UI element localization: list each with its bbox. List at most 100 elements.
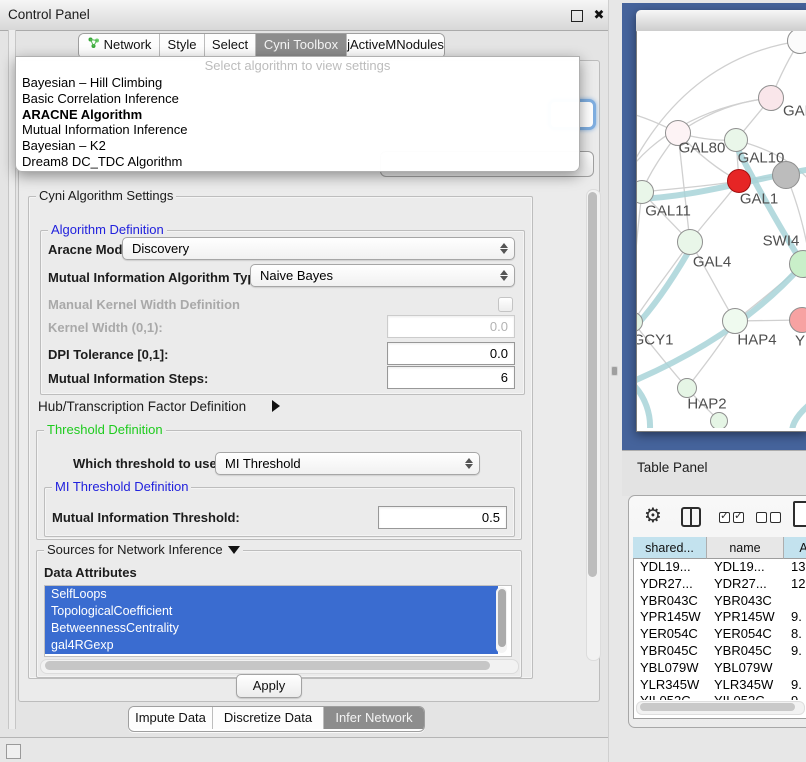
- table-horizontal-scrollbar-thumb[interactable]: [640, 703, 795, 711]
- network-icon: [87, 34, 100, 56]
- table-row[interactable]: YBR043CYBR043C: [633, 593, 806, 610]
- table-cell: YBL079W: [707, 660, 784, 677]
- column-header-shared...[interactable]: shared...: [633, 537, 707, 559]
- table-cell: YBR043C: [707, 593, 784, 610]
- attribute-list-item[interactable]: SelfLoops: [45, 586, 498, 603]
- tab-cyni-toolbox[interactable]: Cyni Toolbox: [256, 34, 347, 56]
- table-row[interactable]: YLR345WYLR345W9.: [633, 677, 806, 694]
- dropdown-item[interactable]: Basic Correlation Inference: [16, 91, 579, 107]
- network-canvas[interactable]: GALGAL80GAL10GAL1GAL11GAL4SWI4GCY1HAP4YH…: [637, 31, 806, 428]
- attribute-list-item[interactable]: gal4RGexp: [45, 637, 498, 654]
- dropdown-item[interactable]: Bayesian – Hill Climbing: [16, 75, 579, 91]
- tab-label: Cyni Toolbox: [264, 34, 338, 56]
- attribute-list-item[interactable]: BetweennessCentrality: [45, 620, 498, 637]
- table-row[interactable]: YER054CYER054C8.: [633, 626, 806, 643]
- network-edge[interactable]: [637, 192, 642, 322]
- kernel-width-field[interactable]: 0.0: [387, 315, 515, 338]
- network-edge-highlighted[interactable]: [637, 244, 693, 331]
- node-label: HAP2: [687, 396, 726, 413]
- dropdown-items: Bayesian – Hill ClimbingBasic Correlatio…: [16, 75, 579, 170]
- dropdown-item[interactable]: Bayesian – K2: [16, 138, 579, 154]
- table-row[interactable]: YDR27...YDR27...12: [633, 576, 806, 593]
- network-edge[interactable]: [637, 242, 690, 322]
- split-columns-icon[interactable]: [681, 507, 701, 527]
- table-row[interactable]: YBR045CYBR045C9.: [633, 643, 806, 660]
- gear-icon[interactable]: ⚙: [644, 504, 662, 528]
- checked-box-icon[interactable]: [733, 512, 744, 523]
- node-label: Y: [795, 333, 805, 350]
- attribute-list-item[interactable]: TopologicalCoefficient: [45, 603, 498, 620]
- graph-node-gal10[interactable]: [724, 128, 748, 152]
- dropdown-item[interactable]: Mutual Information Inference: [16, 122, 579, 138]
- table-cell: YPR145W: [707, 609, 784, 626]
- network-edge-highlighted[interactable]: [637, 381, 650, 428]
- table-cell: YER054C: [707, 626, 784, 643]
- graph-node[interactable]: [710, 412, 728, 428]
- algorithm-definition-title: Algorithm Definition: [48, 222, 167, 237]
- which-threshold-value: MI Threshold: [225, 456, 301, 471]
- dpi-tolerance-field[interactable]: 0.0: [387, 342, 515, 365]
- corner-widget-icon[interactable]: [6, 744, 21, 759]
- table-cell: 8.: [784, 626, 806, 643]
- tab-label: Select: [212, 34, 248, 56]
- node-label: GAL80: [679, 140, 726, 157]
- table-row[interactable]: YBL079WYBL079W: [633, 660, 806, 677]
- table-cell: 9.: [784, 643, 806, 660]
- tab-label: jActiveMNodules: [347, 34, 444, 56]
- graph-node-gal[interactable]: [758, 85, 784, 111]
- checked-box-icon[interactable]: [719, 512, 730, 523]
- dropdown-item[interactable]: ARACNE Algorithm: [16, 107, 579, 123]
- unchecked-box-icon[interactable]: [756, 512, 767, 523]
- which-threshold-label: Which threshold to use:: [73, 456, 221, 471]
- document-icon[interactable]: [793, 501, 806, 527]
- which-threshold-combobox[interactable]: MI Threshold: [215, 452, 480, 475]
- mi-threshold-definition-title: MI Threshold Definition: [52, 479, 191, 494]
- network-window-titlebar[interactable]: [636, 10, 806, 32]
- tab-style[interactable]: Style: [160, 34, 205, 56]
- mi-algorithm-type-combobox[interactable]: Naive Bayes: [250, 264, 515, 287]
- float-window-icon[interactable]: [571, 10, 583, 22]
- tab-impute-data[interactable]: Impute Data: [129, 707, 213, 729]
- unchecked-box-icon[interactable]: [770, 512, 781, 523]
- node-label: SWI4: [763, 233, 800, 250]
- table-cell: 13: [784, 559, 806, 576]
- tab-label: Infer Network: [335, 707, 412, 729]
- table-row[interactable]: YIL052CYIL052C9: [633, 693, 806, 700]
- tab-discretize-data[interactable]: Discretize Data: [213, 707, 324, 729]
- table-row[interactable]: YPR145WYPR145W9.: [633, 609, 806, 626]
- divider-grip-icon[interactable]: [612, 367, 617, 375]
- mi-steps-field[interactable]: 6: [387, 366, 515, 389]
- settings-vertical-scrollbar-thumb[interactable]: [588, 192, 597, 577]
- aracne-mode-combobox[interactable]: Discovery: [122, 237, 515, 260]
- mi-threshold-field[interactable]: 0.5: [378, 506, 507, 529]
- graph-node[interactable]: [772, 161, 800, 189]
- data-attributes-list[interactable]: SelfLoopsTopologicalCoefficientBetweenne…: [44, 585, 512, 657]
- table-cell: [784, 593, 806, 610]
- expand-right-icon[interactable]: [272, 400, 280, 412]
- tab-label: Discretize Data: [224, 707, 312, 729]
- network-edge-highlighted[interactable]: [792, 404, 806, 428]
- table-row[interactable]: YDL19...YDL19...13: [633, 559, 806, 576]
- table-cell: [784, 660, 806, 677]
- graph-node-gal4[interactable]: [677, 229, 703, 255]
- panel-divider[interactable]: [608, 0, 623, 762]
- tab-network[interactable]: Network: [79, 34, 160, 56]
- column-header-name[interactable]: name: [707, 537, 784, 559]
- close-icon[interactable]: ✖: [590, 5, 608, 25]
- tab-jactivemnodules[interactable]: jActiveMNodules: [347, 34, 444, 56]
- aracne-mode-value: Discovery: [132, 241, 189, 256]
- attributes-vertical-scrollbar-thumb[interactable]: [498, 589, 506, 647]
- tab-infer-network[interactable]: Infer Network: [324, 707, 424, 729]
- manual-kernel-width-label: Manual Kernel Width Definition: [48, 297, 240, 312]
- graph-node-gal1[interactable]: [727, 169, 751, 193]
- dropdown-item[interactable]: Dream8 DC_TDC Algorithm: [16, 154, 579, 170]
- apply-button[interactable]: Apply: [236, 674, 302, 698]
- settings-horizontal-scrollbar-thumb[interactable]: [45, 661, 490, 670]
- sources-group-title[interactable]: Sources for Network Inference: [44, 542, 243, 557]
- manual-kernel-width-checkbox[interactable]: [498, 297, 513, 312]
- graph-node-hap4[interactable]: [722, 308, 748, 334]
- node-label: GAL: [783, 103, 806, 120]
- column-header-A[interactable]: A: [784, 537, 806, 559]
- tab-select[interactable]: Select: [205, 34, 256, 56]
- hub-factor-section-label[interactable]: Hub/Transcription Factor Definition: [38, 399, 246, 414]
